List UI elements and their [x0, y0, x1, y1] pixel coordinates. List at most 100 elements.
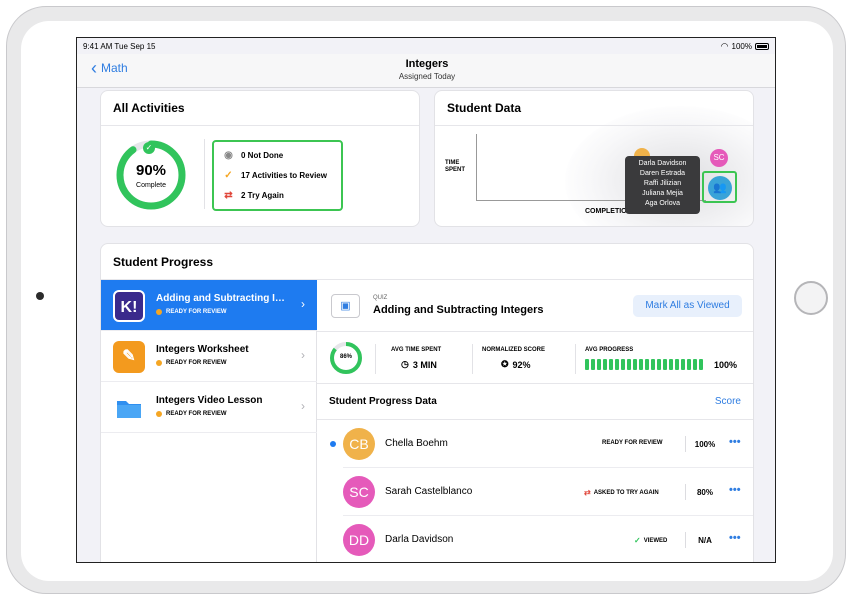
kahoot-icon: K!: [113, 290, 145, 322]
more-icon[interactable]: •••: [729, 484, 741, 496]
student-name: Sarah Castelblanco: [385, 486, 473, 497]
student-status-label: READY FOR REVIEW: [602, 440, 663, 446]
pencil-icon: ✎: [113, 341, 145, 373]
normalized-score-value: ✪ 92%: [501, 359, 531, 370]
completion-label: Complete: [136, 182, 166, 189]
completion-percent: 90%: [135, 162, 167, 179]
check-icon: ✓: [143, 142, 155, 154]
chevron-right-icon: ›: [301, 297, 305, 311]
group-icon: 👥: [708, 176, 732, 200]
page-subtitle: Assigned Today: [398, 72, 456, 81]
battery-label: 100%: [731, 42, 752, 51]
avg-time-label: AVG TIME SPENT: [391, 347, 442, 353]
student-name: Chella Boehm: [385, 438, 448, 449]
activity-item-video-lesson[interactable]: Integers Video Lesson READY FOR REVIEW ›: [101, 382, 317, 433]
tooltip-name: Juliana Mejia: [642, 190, 683, 197]
progress-bar-segment: [627, 359, 631, 370]
activity-name: Integers Video Lesson: [156, 395, 263, 406]
y-axis-label: TIME SPENT: [445, 160, 466, 173]
student-status: ✓ VIEWED: [634, 536, 667, 545]
check-icon: ✓: [224, 170, 233, 181]
activity-status-label: READY FOR REVIEW: [166, 411, 227, 417]
wifi-icon: ◠: [720, 41, 729, 51]
page-title: Integers: [405, 58, 449, 70]
progress-bar-segment: [591, 359, 595, 370]
student-progress-title: Student Progress: [101, 244, 753, 280]
student-progress-data-title: Student Progress Data: [329, 396, 437, 407]
activity-name: Integers Worksheet: [156, 344, 249, 355]
activity-name: Adding and Subtracting Integers: [156, 293, 286, 304]
progress-bar-segment: [657, 359, 661, 370]
quiz-name: Adding and Subtracting Integers: [373, 304, 544, 316]
table-row[interactable]: DD Darla Davidson ✓ VIEWED N/A •••: [317, 516, 753, 562]
summary-not-done-label: 0 Not Done: [241, 151, 284, 160]
quiz-kind: QUIZ: [373, 295, 388, 301]
divider: [375, 344, 376, 374]
unread-dot-icon: [330, 441, 336, 447]
mark-all-viewed-button[interactable]: Mark All as Viewed: [633, 295, 742, 317]
progress-bar-segment: [645, 359, 649, 370]
completion-ring: ✓ 90% Complete: [115, 139, 187, 211]
more-icon[interactable]: •••: [729, 436, 741, 448]
student-status: READY FOR REVIEW: [602, 440, 663, 446]
status-dot-icon: [156, 360, 162, 366]
student-data-card[interactable]: Student Data TIME SPENT COMPLETION SC 👥 D…: [434, 90, 754, 227]
tooltip-name: Aga Orlova: [644, 200, 681, 207]
progress-bar-segment: [639, 359, 643, 370]
summary-review: ✓ 17 Activities to Review: [222, 170, 327, 181]
progress-bar-segment: [693, 359, 697, 370]
repeat-icon: ⇄: [584, 488, 591, 497]
summary-try-again: ⇄ 2 Try Again: [222, 190, 284, 201]
y-axis: [476, 134, 477, 200]
check-icon: ✓: [634, 536, 641, 545]
group-tooltip: Darla Davidson Daren Estrada Raffi Jiliz…: [625, 156, 700, 214]
battery-icon: [755, 43, 769, 50]
progress-bar-segment: [603, 359, 607, 370]
progress-bar-segment: [615, 359, 619, 370]
progress-bar-segment: [687, 359, 691, 370]
progress-bar-segment: [597, 359, 601, 370]
activity-status: READY FOR REVIEW: [156, 360, 227, 366]
student-group-point[interactable]: 👥: [702, 171, 737, 203]
status-time: 9:41 AM Tue Sep 15: [83, 42, 156, 51]
tooltip-name: Daren Estrada: [639, 170, 686, 177]
score-sort-button[interactable]: Score: [715, 396, 741, 407]
progress-bar-segment: [663, 359, 667, 370]
activity-item-adding-subtracting[interactable]: K! Adding and Subtracting Integers READY…: [101, 280, 317, 331]
student-score: N/A: [698, 536, 712, 545]
clock-icon: ◷: [401, 359, 409, 369]
quiz-header: ▣ QUIZ Adding and Subtracting Integers M…: [317, 280, 753, 332]
tooltip-name: Raffi Jilizian: [643, 180, 682, 187]
more-icon[interactable]: •••: [729, 532, 741, 544]
table-row[interactable]: CB Chella Boehm READY FOR REVIEW 100% ••…: [317, 420, 753, 468]
activity-summary[interactable]: ◉ 0 Not Done ✓ 17 Activities to Review ⇄…: [212, 140, 343, 211]
nav-bar: ‹ Math Integers Assigned Today: [77, 54, 775, 88]
divider: [685, 484, 686, 500]
quiz-stats: 86% AVG TIME SPENT ◷ 3 MIN NORMALIZED SC…: [317, 332, 753, 384]
status-dot-icon: [156, 411, 162, 417]
chevron-right-icon: ›: [301, 348, 305, 362]
activity-status-label: READY FOR REVIEW: [166, 309, 227, 315]
divider: [575, 344, 576, 374]
progress-bar-segment: [585, 359, 589, 370]
screen: 9:41 AM Tue Sep 15 ◠ 100% ‹ Math Integer…: [76, 37, 776, 563]
activity-list: K! Adding and Subtracting Integers READY…: [101, 280, 317, 562]
avatar: SC: [343, 476, 375, 508]
student-status-label: VIEWED: [643, 537, 668, 544]
image-icon: ▣: [331, 294, 360, 318]
status-dot-icon: [156, 309, 162, 315]
progress-bar-segment: [609, 359, 613, 370]
all-activities-card[interactable]: All Activities ✓ 90% Complete ◉ 0 Not Do…: [100, 90, 420, 227]
divider: [472, 344, 473, 374]
table-row[interactable]: SC Sarah Castelblanco ⇄ ASKED TO TRY AGA…: [317, 468, 753, 516]
home-button[interactable]: [794, 281, 828, 315]
activity-item-worksheet[interactable]: ✎ Integers Worksheet READY FOR REVIEW ›: [101, 331, 317, 382]
student-point-avatar[interactable]: SC: [710, 149, 728, 167]
student-data-chart: TIME SPENT COMPLETION SC 👥 Darla Davidson…: [435, 106, 753, 226]
summary-try-again-label: 2 Try Again: [241, 191, 284, 200]
progress-bar-segment: [633, 359, 637, 370]
status-right: ◠ 100%: [721, 41, 769, 52]
all-activities-title: All Activities: [101, 91, 419, 126]
progress-bar-segment: [681, 359, 685, 370]
repeat-icon: ⇄: [224, 190, 233, 201]
